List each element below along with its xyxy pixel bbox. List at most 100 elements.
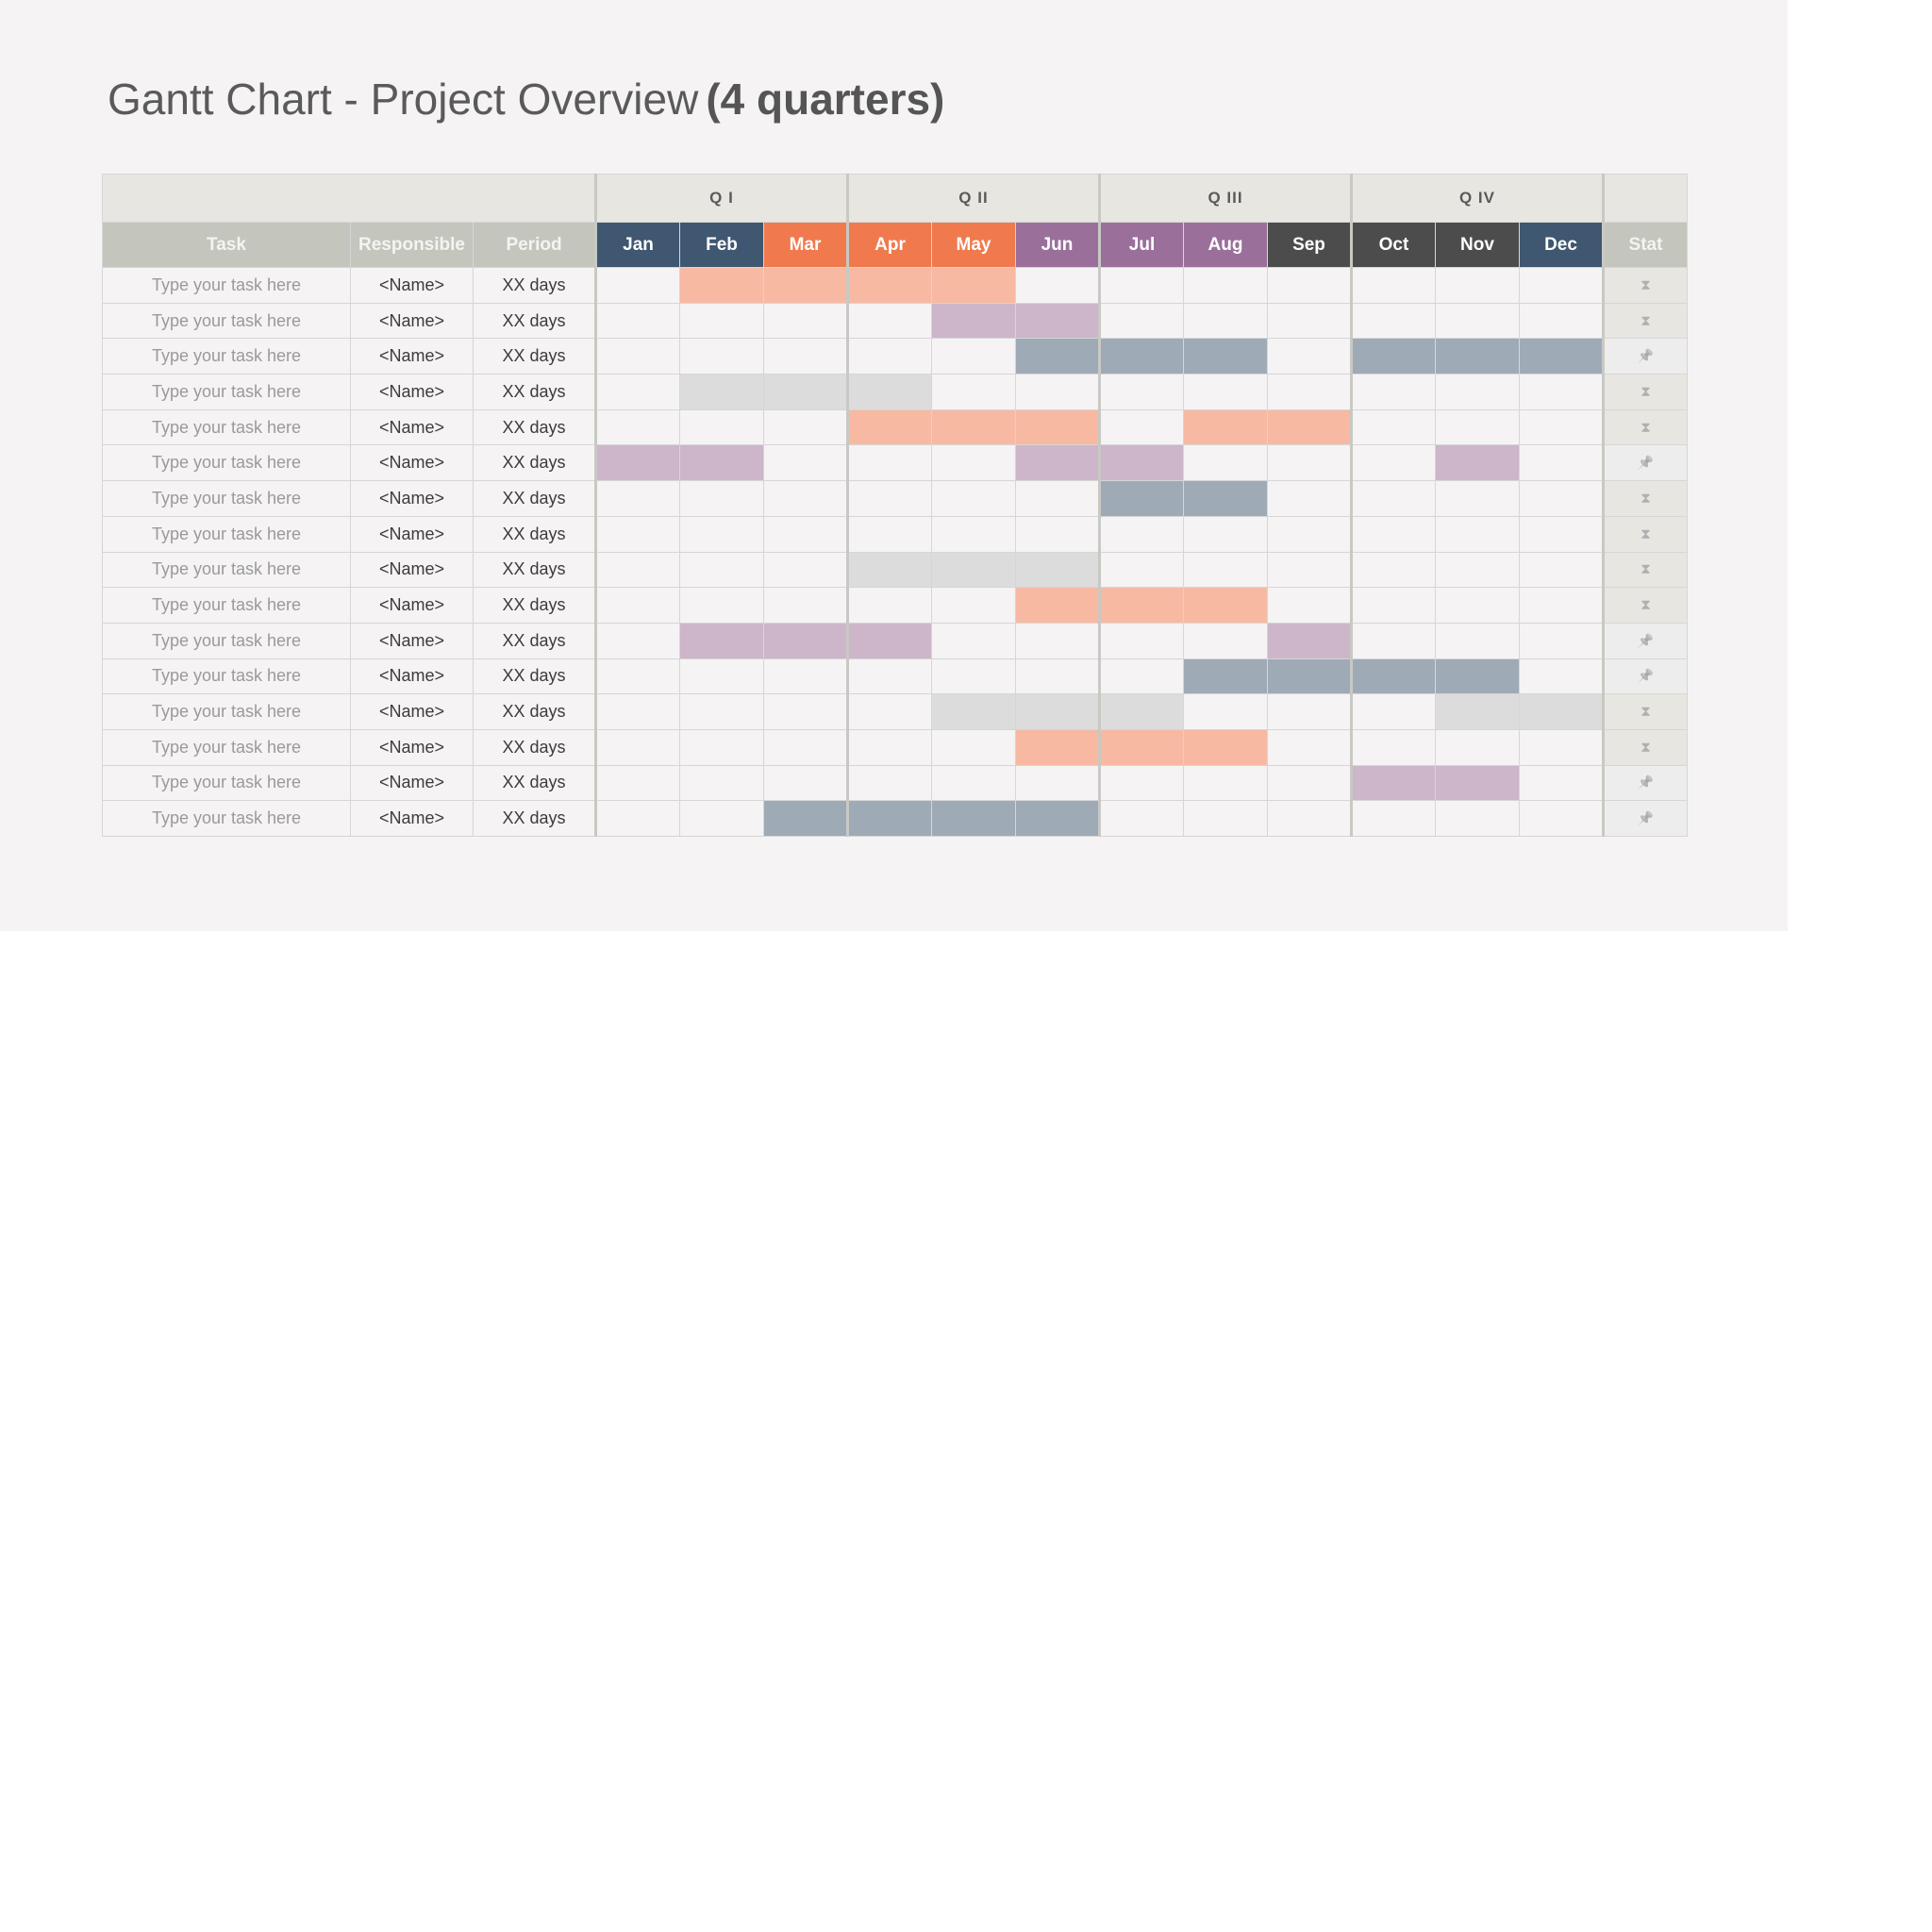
month-cell-feb[interactable] xyxy=(679,728,764,766)
month-cell-dec[interactable] xyxy=(1519,658,1604,695)
column-header-task[interactable]: Task xyxy=(102,222,351,268)
period-cell[interactable]: XX days xyxy=(473,587,596,624)
month-header-may[interactable]: May xyxy=(931,222,1016,268)
month-cell-jun[interactable] xyxy=(1015,444,1100,482)
month-cell-mar[interactable] xyxy=(763,800,848,837)
month-cell-sep[interactable] xyxy=(1267,693,1352,730)
month-cell-feb[interactable] xyxy=(679,764,764,802)
month-cell-aug[interactable] xyxy=(1183,374,1268,410)
month-cell-aug[interactable] xyxy=(1183,800,1268,837)
month-cell-nov[interactable] xyxy=(1435,764,1520,802)
month-cell-jan[interactable] xyxy=(594,551,680,589)
month-cell-jun[interactable] xyxy=(1015,764,1100,802)
month-cell-oct[interactable] xyxy=(1350,267,1436,304)
month-cell-dec[interactable] xyxy=(1519,551,1604,589)
month-cell-jul[interactable] xyxy=(1098,515,1184,553)
task-cell[interactable]: Type your task here xyxy=(102,515,351,553)
month-cell-mar[interactable] xyxy=(763,622,848,659)
period-cell[interactable]: XX days xyxy=(473,302,596,340)
month-cell-jun[interactable] xyxy=(1015,302,1100,340)
month-header-jun[interactable]: Jun xyxy=(1015,222,1100,268)
month-cell-mar[interactable] xyxy=(763,658,848,695)
period-cell[interactable]: XX days xyxy=(473,728,596,766)
month-cell-sep[interactable] xyxy=(1267,622,1352,659)
month-cell-feb[interactable] xyxy=(679,622,764,659)
period-cell[interactable]: XX days xyxy=(473,374,596,410)
month-cell-dec[interactable] xyxy=(1519,587,1604,624)
month-cell-oct[interactable] xyxy=(1350,302,1436,340)
month-cell-apr[interactable] xyxy=(846,444,932,482)
month-cell-dec[interactable] xyxy=(1519,728,1604,766)
month-cell-jul[interactable] xyxy=(1098,480,1184,517)
month-cell-jul[interactable] xyxy=(1098,764,1184,802)
month-cell-oct[interactable] xyxy=(1350,693,1436,730)
month-cell-mar[interactable] xyxy=(763,338,848,375)
month-cell-feb[interactable] xyxy=(679,408,764,446)
month-cell-may[interactable] xyxy=(931,480,1016,517)
responsible-cell[interactable]: <Name> xyxy=(350,480,474,517)
month-cell-dec[interactable] xyxy=(1519,480,1604,517)
month-cell-jun[interactable] xyxy=(1015,551,1100,589)
month-cell-aug[interactable] xyxy=(1183,267,1268,304)
month-cell-apr[interactable] xyxy=(846,374,932,410)
period-cell[interactable]: XX days xyxy=(473,551,596,589)
month-cell-sep[interactable] xyxy=(1267,764,1352,802)
month-cell-jul[interactable] xyxy=(1098,658,1184,695)
month-cell-jan[interactable] xyxy=(594,515,680,553)
month-cell-oct[interactable] xyxy=(1350,622,1436,659)
month-cell-mar[interactable] xyxy=(763,551,848,589)
month-cell-may[interactable] xyxy=(931,515,1016,553)
month-cell-jan[interactable] xyxy=(594,658,680,695)
month-cell-dec[interactable] xyxy=(1519,515,1604,553)
month-cell-sep[interactable] xyxy=(1267,374,1352,410)
month-cell-feb[interactable] xyxy=(679,444,764,482)
month-cell-feb[interactable] xyxy=(679,267,764,304)
month-cell-oct[interactable] xyxy=(1350,444,1436,482)
month-cell-sep[interactable] xyxy=(1267,338,1352,375)
month-cell-aug[interactable] xyxy=(1183,764,1268,802)
month-cell-may[interactable] xyxy=(931,302,1016,340)
month-cell-jun[interactable] xyxy=(1015,587,1100,624)
month-cell-oct[interactable] xyxy=(1350,658,1436,695)
month-cell-jul[interactable] xyxy=(1098,587,1184,624)
month-cell-mar[interactable] xyxy=(763,764,848,802)
month-cell-oct[interactable] xyxy=(1350,515,1436,553)
month-cell-jun[interactable] xyxy=(1015,374,1100,410)
month-cell-jul[interactable] xyxy=(1098,374,1184,410)
month-cell-jul[interactable] xyxy=(1098,728,1184,766)
month-cell-mar[interactable] xyxy=(763,480,848,517)
month-cell-nov[interactable] xyxy=(1435,728,1520,766)
responsible-cell[interactable]: <Name> xyxy=(350,267,474,304)
period-cell[interactable]: XX days xyxy=(473,480,596,517)
month-cell-jun[interactable] xyxy=(1015,408,1100,446)
month-cell-feb[interactable] xyxy=(679,338,764,375)
month-cell-nov[interactable] xyxy=(1435,587,1520,624)
month-cell-apr[interactable] xyxy=(846,622,932,659)
responsible-cell[interactable]: <Name> xyxy=(350,551,474,589)
month-cell-jul[interactable] xyxy=(1098,444,1184,482)
month-cell-aug[interactable] xyxy=(1183,658,1268,695)
month-cell-sep[interactable] xyxy=(1267,408,1352,446)
month-cell-nov[interactable] xyxy=(1435,800,1520,837)
month-cell-may[interactable] xyxy=(931,622,1016,659)
month-cell-oct[interactable] xyxy=(1350,764,1436,802)
month-cell-sep[interactable] xyxy=(1267,444,1352,482)
month-cell-aug[interactable] xyxy=(1183,515,1268,553)
month-cell-nov[interactable] xyxy=(1435,515,1520,553)
month-cell-aug[interactable] xyxy=(1183,444,1268,482)
month-cell-apr[interactable] xyxy=(846,764,932,802)
period-cell[interactable]: XX days xyxy=(473,764,596,802)
month-cell-may[interactable] xyxy=(931,444,1016,482)
month-cell-apr[interactable] xyxy=(846,267,932,304)
month-cell-nov[interactable] xyxy=(1435,480,1520,517)
month-cell-aug[interactable] xyxy=(1183,302,1268,340)
month-header-dec[interactable]: Dec xyxy=(1519,222,1604,268)
month-cell-aug[interactable] xyxy=(1183,728,1268,766)
month-header-oct[interactable]: Oct xyxy=(1350,222,1436,268)
month-cell-jun[interactable] xyxy=(1015,728,1100,766)
month-cell-jun[interactable] xyxy=(1015,800,1100,837)
responsible-cell[interactable]: <Name> xyxy=(350,515,474,553)
hourglass-icon[interactable]: ⧗ xyxy=(1602,551,1688,589)
month-cell-oct[interactable] xyxy=(1350,374,1436,410)
month-cell-may[interactable] xyxy=(931,338,1016,375)
